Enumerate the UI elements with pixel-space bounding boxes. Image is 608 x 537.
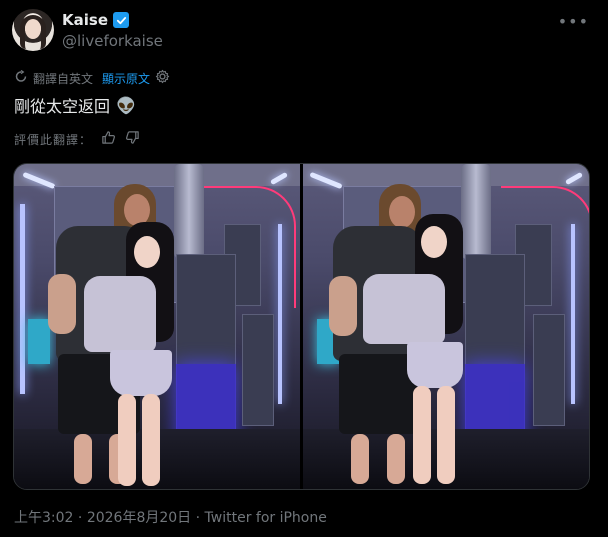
show-original-link[interactable]: 顯示原文 [102, 70, 150, 87]
author-handle[interactable]: @liveforkaise [62, 32, 163, 50]
tweet-date[interactable]: 2026年8月20日 [87, 510, 191, 526]
rate-translation-label: 評價此翻譯： [14, 132, 93, 147]
meta-separator: · [195, 510, 201, 526]
alien-emoji-icon: 👽 [116, 95, 136, 115]
tweet-body: 剛從太空返回 [14, 97, 111, 116]
tweet-metadata: 上午3:02 · 2026年8月20日 · Twitter for iPhone [14, 507, 327, 527]
tweet-time[interactable]: 上午3:02 [14, 510, 73, 526]
translation-row: 翻譯自英文 顯示原文 [14, 69, 170, 87]
thumbs-down-icon[interactable] [125, 130, 140, 148]
meta-separator: · [77, 510, 83, 526]
avatar[interactable] [12, 9, 54, 51]
rate-translation-row: 評價此翻譯： [14, 130, 140, 148]
tweet-client: Twitter for iPhone [204, 510, 327, 526]
photo-left[interactable] [14, 164, 300, 489]
tweet-text: 剛從太空返回 👽 [14, 93, 136, 117]
thumbs-up-icon[interactable] [101, 130, 116, 148]
media-grid [13, 163, 590, 490]
photo-right[interactable] [303, 164, 589, 489]
gear-icon[interactable] [155, 69, 170, 87]
translate-icon [14, 69, 28, 87]
author-name[interactable]: Kaise [62, 11, 108, 29]
more-options-icon[interactable]: ••• [558, 12, 589, 31]
author-name-row[interactable]: Kaise [62, 11, 129, 29]
translated-from-label: 翻譯自英文 [33, 71, 94, 86]
verified-badge-icon [113, 12, 129, 28]
